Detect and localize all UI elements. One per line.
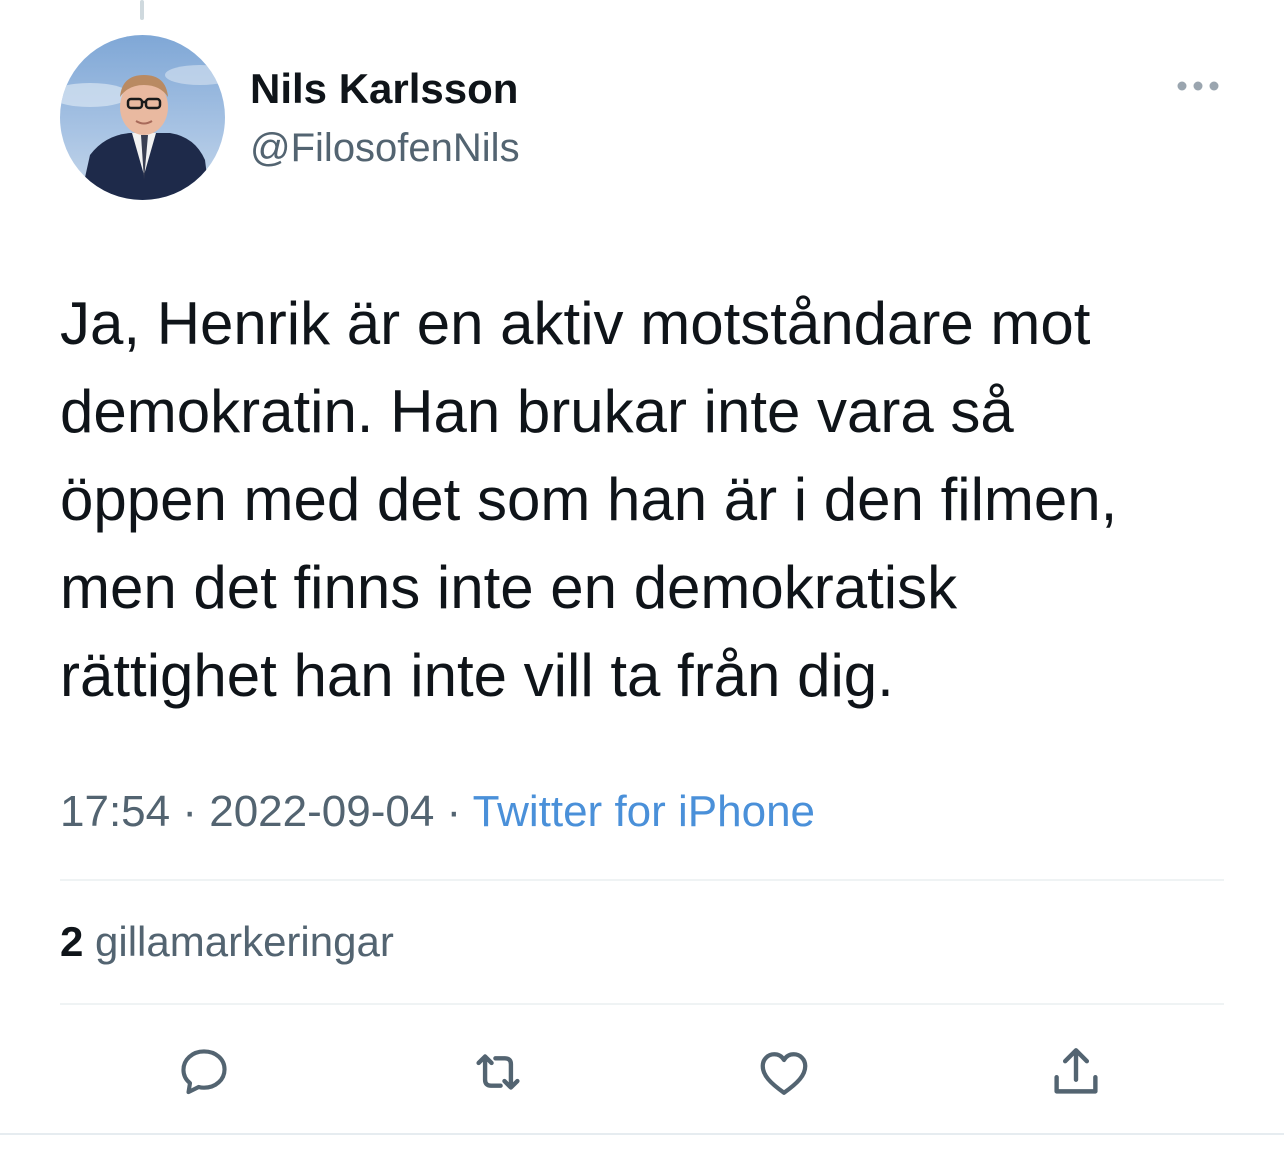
- thread-connector-line: [140, 0, 144, 20]
- heart-icon: [760, 1052, 808, 1095]
- reply-button[interactable]: [172, 1040, 236, 1104]
- tweet-source-link[interactable]: Twitter for iPhone: [473, 787, 815, 836]
- retweet-icon: [476, 1054, 520, 1090]
- tweet-time[interactable]: 17:54: [60, 787, 170, 836]
- tweet-text: Ja, Henrik är en aktiv motståndare mot d…: [60, 290, 1118, 709]
- likes-label: gillamarkeringar: [95, 918, 394, 965]
- share-icon: [1054, 1048, 1098, 1094]
- likes-count: 2: [60, 918, 84, 965]
- avatar-photo: [60, 35, 225, 200]
- avatar[interactable]: [60, 35, 225, 200]
- divider: [60, 879, 1224, 881]
- author-handle[interactable]: @FilosofenNils: [250, 123, 520, 173]
- more-options-button[interactable]: [1170, 66, 1226, 106]
- likes-summary[interactable]: 2 gillamarkeringar: [60, 914, 394, 970]
- like-button[interactable]: [752, 1040, 816, 1104]
- author-name[interactable]: Nils Karlsson: [250, 64, 518, 114]
- more-dots-icon: [1177, 81, 1219, 91]
- share-button[interactable]: [1044, 1040, 1108, 1104]
- bottom-divider: [0, 1133, 1284, 1135]
- meta-separator: ·: [182, 787, 197, 836]
- reply-icon: [181, 1049, 227, 1095]
- retweet-button[interactable]: [466, 1040, 530, 1104]
- tweet-meta: 17:54 · 2022-09-04 · Twitter for iPhone: [60, 782, 815, 842]
- meta-separator: ·: [446, 787, 462, 836]
- tweet-date[interactable]: 2022-09-04: [209, 787, 434, 836]
- divider: [60, 1003, 1224, 1005]
